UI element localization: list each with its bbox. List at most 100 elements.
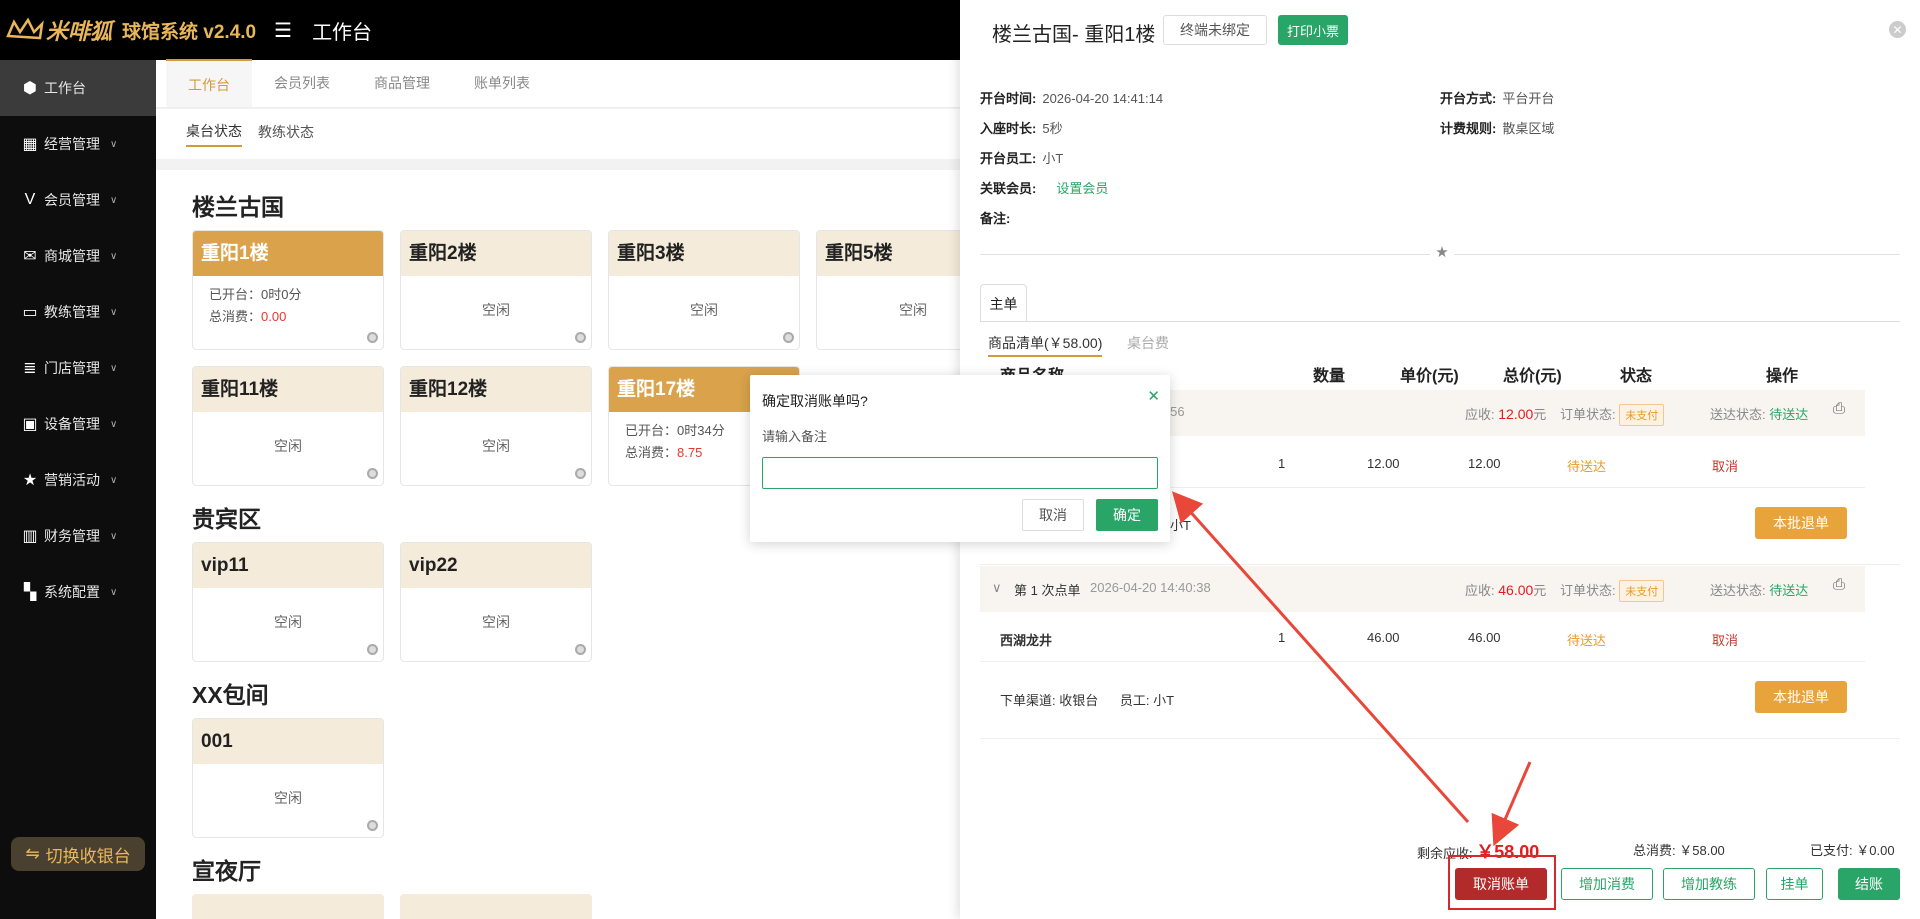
terminal-unbound-button[interactable]: 终端未绑定 bbox=[1163, 15, 1267, 45]
table-name: 重阳1楼 bbox=[193, 231, 383, 276]
batch-refund-button[interactable]: 本批退单 bbox=[1755, 681, 1847, 713]
open-label: 已开台： bbox=[209, 287, 262, 302]
col-total: 总价(元) bbox=[1503, 368, 1562, 385]
switch-cashier-label: 切换收银台 bbox=[45, 846, 131, 866]
sidebar-item-business[interactable]: ▦ 经营管理 ∨ bbox=[0, 116, 156, 172]
sidebar-item-finance[interactable]: ▥ 财务管理 ∨ bbox=[0, 508, 156, 564]
add-consumption-button[interactable]: 增加消费 bbox=[1561, 868, 1653, 900]
paid-label: 已支付: bbox=[1810, 843, 1853, 858]
cancel-item-link[interactable]: 取消 bbox=[1712, 630, 1738, 649]
item-qty: 1 bbox=[1278, 630, 1286, 645]
dialog-cancel-button[interactable]: 取消 bbox=[1022, 499, 1084, 531]
table-card[interactable]: 重阳2楼 空闲 bbox=[400, 230, 592, 350]
status-dot-icon bbox=[575, 644, 586, 655]
table-status: 空闲 bbox=[482, 614, 510, 630]
tab-product-list[interactable]: 商品清单(￥58.00) bbox=[988, 333, 1103, 357]
table-status: 空闲 bbox=[482, 438, 510, 454]
delivery-status: 送达状态: 待送达 bbox=[1710, 580, 1808, 599]
divider bbox=[980, 738, 1900, 739]
add-coach-button[interactable]: 增加教练 bbox=[1663, 868, 1755, 900]
table-card[interactable]: 重阳1楼 已开台：0时0分 总消费：0.00 bbox=[192, 230, 384, 350]
mall-icon: ✉ bbox=[23, 248, 37, 265]
tab-table-fee[interactable]: 桌台费 bbox=[1127, 333, 1169, 353]
drawer-title: 楼兰古国- 重阳1楼 bbox=[992, 24, 1156, 46]
delivery-status: 送达状态: 待送达 bbox=[1710, 404, 1808, 423]
chevron-down-icon: ∨ bbox=[110, 474, 118, 486]
receivable: 应收: 46.00元 bbox=[1465, 580, 1546, 599]
remark-input[interactable] bbox=[762, 457, 1158, 489]
table-card-partial[interactable] bbox=[192, 894, 384, 919]
checkout-button[interactable]: 结账 bbox=[1838, 868, 1900, 900]
star-icon: ★ bbox=[22, 472, 38, 489]
switch-cashier-button[interactable]: ⇋ 切换收银台 bbox=[11, 837, 145, 871]
sidebar-item-device[interactable]: ▣ 设备管理 ∨ bbox=[0, 396, 156, 452]
subtab-table-status[interactable]: 桌台状态 bbox=[186, 121, 242, 147]
spend-label: 总消费： bbox=[209, 309, 262, 324]
table-name: 重阳12楼 bbox=[401, 367, 591, 412]
kv-label: 入座时长: bbox=[980, 121, 1037, 136]
sidebar-item-store[interactable]: ≣ 门店管理 ∨ bbox=[0, 340, 156, 396]
set-member-link[interactable]: 设置会员 bbox=[1056, 181, 1108, 196]
tab-products[interactable]: 商品管理 bbox=[352, 59, 452, 107]
kv-label: 开台时间: bbox=[980, 91, 1037, 106]
subtab-coach-status[interactable]: 教练状态 bbox=[258, 122, 314, 146]
chevron-down-icon: ∨ bbox=[110, 194, 118, 206]
tab-workbench[interactable]: 工作台 bbox=[166, 59, 252, 107]
table-card[interactable]: 重阳11楼 空闲 bbox=[192, 366, 384, 486]
close-icon[interactable]: ✕ bbox=[1147, 387, 1160, 405]
table-card[interactable]: 001 空闲 bbox=[192, 718, 384, 838]
table-card[interactable]: vip11 空闲 bbox=[192, 542, 384, 662]
item-price: 12.00 bbox=[1367, 456, 1400, 471]
unit: 元 bbox=[1533, 583, 1547, 598]
receivable-value: 12.00 bbox=[1498, 406, 1534, 422]
table-card-partial[interactable] bbox=[400, 894, 592, 919]
sidebar-item-coach[interactable]: ▭ 教练管理 ∨ bbox=[0, 284, 156, 340]
hold-bill-button[interactable]: 挂单 bbox=[1766, 868, 1823, 900]
order-channel: 下单渠道: 收银台 员工: 小T bbox=[1000, 690, 1174, 709]
sidebar-item-workbench[interactable]: ⬢ 工作台 bbox=[0, 60, 156, 116]
status-dot-icon bbox=[367, 468, 378, 479]
tab-bills[interactable]: 账单列表 bbox=[452, 59, 552, 107]
order-header[interactable]: ∨ 第 1 次点单 2026-04-20 14:40:38 应收: 46.00元… bbox=[980, 566, 1865, 612]
open-time: 0时34分 bbox=[677, 423, 725, 438]
col-op: 操作 bbox=[1766, 368, 1799, 385]
coins-icon: ≣ bbox=[23, 360, 37, 377]
batch-refund-button[interactable]: 本批退单 bbox=[1755, 507, 1847, 539]
tab-main-order[interactable]: 主单 bbox=[980, 284, 1027, 322]
print-icon[interactable]: ⎙ bbox=[1833, 400, 1845, 417]
paid-amount: 已支付: ￥0.00 bbox=[1810, 840, 1895, 859]
tab-members[interactable]: 会员列表 bbox=[252, 59, 352, 107]
cancel-item-link[interactable]: 取消 bbox=[1712, 456, 1738, 475]
item-price: 46.00 bbox=[1367, 630, 1400, 645]
spend-value: 8.75 bbox=[677, 445, 703, 460]
sidebar-item-mall[interactable]: ✉ 商城管理 ∨ bbox=[0, 228, 156, 284]
app-name: 球馆系统 v2.4.0 bbox=[122, 21, 257, 43]
table-status: 空闲 bbox=[482, 302, 510, 318]
kv-value: 散桌区域 bbox=[1502, 121, 1555, 136]
dialog-confirm-button[interactable]: 确定 bbox=[1096, 499, 1158, 531]
chevron-down-icon[interactable]: ∨ bbox=[992, 580, 1002, 596]
delivery-value: 待送达 bbox=[1769, 407, 1809, 422]
item-status: 待送达 bbox=[1567, 459, 1607, 474]
sidebar-item-settings[interactable]: ▚ 系统配置 ∨ bbox=[0, 564, 156, 620]
table-card[interactable]: 重阳3楼 空闲 bbox=[608, 230, 800, 350]
order-time: 2026-04-20 14:40:38 bbox=[1090, 580, 1211, 595]
kv-value: 2026-04-20 14:41:14 bbox=[1042, 91, 1164, 106]
sidebar-item-marketing[interactable]: ★ 营销活动 ∨ bbox=[0, 452, 156, 508]
store-icon: ▦ bbox=[22, 136, 38, 153]
close-icon[interactable]: ✕ bbox=[1889, 21, 1906, 38]
divider bbox=[980, 564, 1900, 565]
area-title: 贵宾区 bbox=[192, 506, 261, 532]
open-label: 已开台： bbox=[625, 423, 678, 438]
table-card[interactable]: 重阳12楼 空闲 bbox=[400, 366, 592, 486]
open-time-row: 开台时间: 2026-04-20 14:41:14 bbox=[980, 88, 1163, 107]
print-icon[interactable]: ⎙ bbox=[1833, 576, 1845, 593]
sidebar-item-members[interactable]: V 会员管理 ∨ bbox=[0, 172, 156, 228]
print-receipt-button[interactable]: 打印小票 bbox=[1278, 15, 1348, 45]
coach-icon: ▭ bbox=[22, 304, 38, 321]
menu-fold-icon[interactable]: ☰ bbox=[274, 18, 292, 43]
kv-label: 备注: bbox=[980, 211, 1011, 226]
table-card[interactable]: vip22 空闲 bbox=[400, 542, 592, 662]
table-card[interactable]: 重阳5楼 空闲 bbox=[816, 230, 966, 350]
dialog-title: 确定取消账单吗? bbox=[762, 393, 868, 409]
